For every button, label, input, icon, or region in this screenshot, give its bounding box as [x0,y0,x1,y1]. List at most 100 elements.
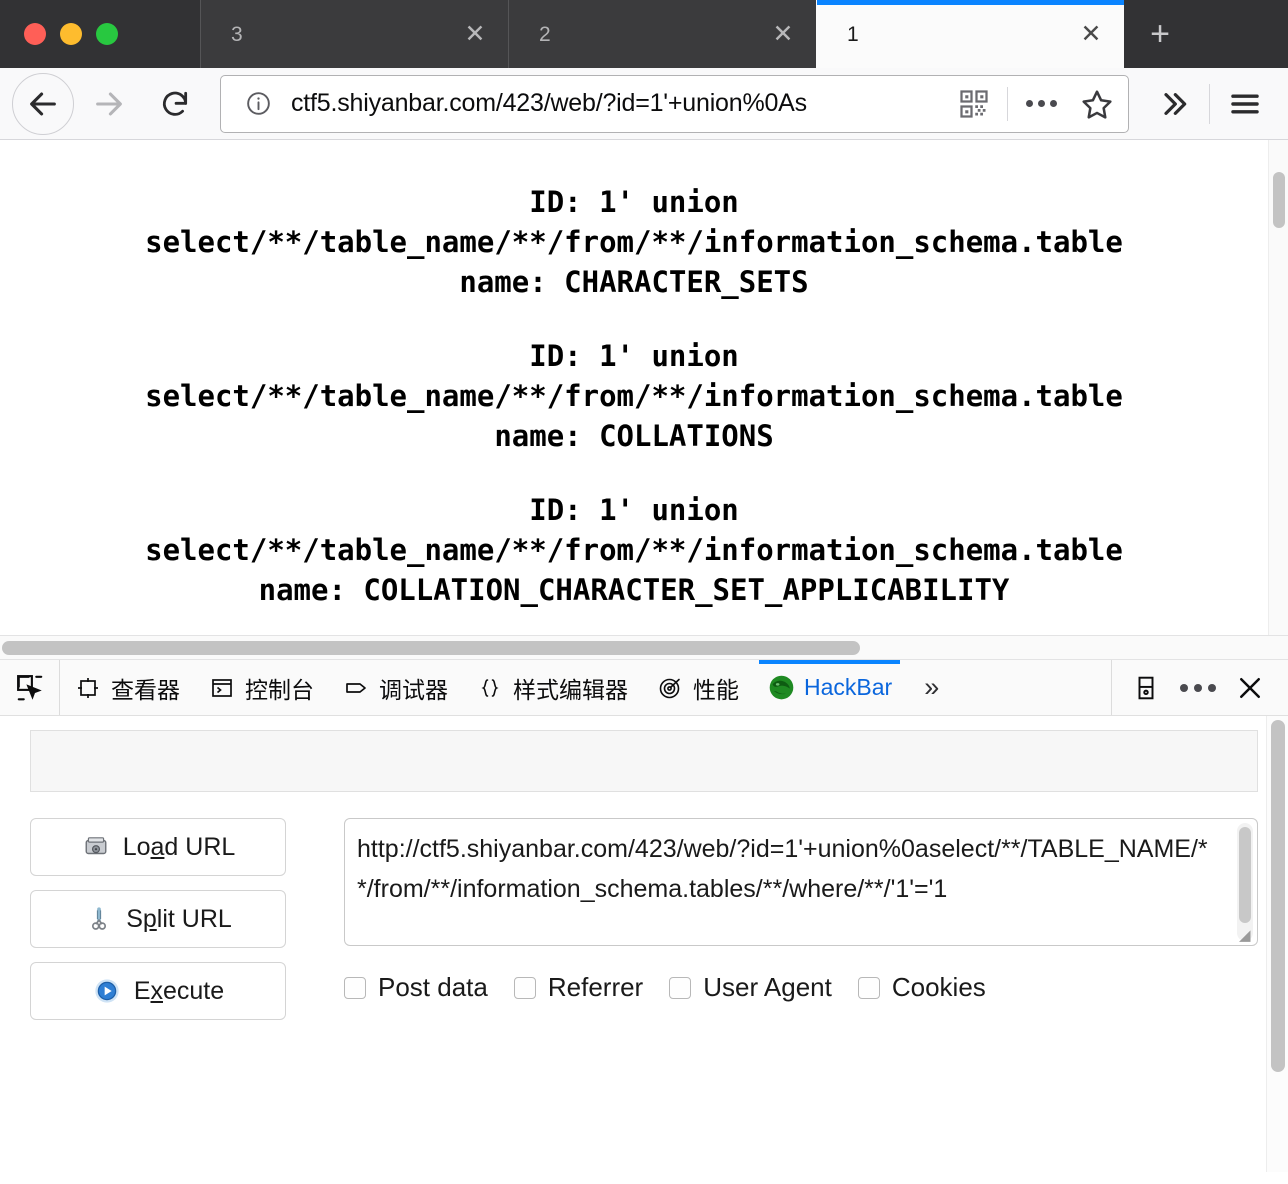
chevron-double-right-icon[interactable] [1143,73,1205,135]
url-textarea[interactable]: http://ctf5.shiyanbar.com/423/web/?id=1'… [344,818,1258,946]
console-icon [208,674,236,702]
scrollbar-thumb[interactable] [1239,827,1251,923]
url-divider [1007,86,1008,121]
checkbox-label: Post data [378,972,488,1002]
execute-button[interactable]: Execute [30,962,286,1020]
referrer-checkbox[interactable]: Referrer [513,972,643,1003]
window-controls [0,0,200,68]
debugger-icon [342,674,370,702]
element-picker-icon[interactable] [0,660,60,715]
page-horizontal-scrollbar[interactable] [0,636,1288,660]
star-icon[interactable] [1074,81,1120,127]
browser-tab-strip: 3 ✕ 2 ✕ 1 ✕ + [0,0,1288,68]
tab-inspector[interactable]: 查看器 [60,660,194,715]
scrollbar-thumb[interactable] [1271,720,1285,1072]
tab-list: 3 ✕ 2 ✕ 1 ✕ [200,0,1124,68]
tab-hackbar[interactable]: HackBar [753,660,906,715]
checkbox-box[interactable] [344,976,366,999]
hamburger-menu-icon[interactable] [1214,73,1276,135]
record-name-line: name: CHARACTER_SETS [459,265,809,299]
info-circle-icon[interactable] [235,81,281,127]
tab-close-icon[interactable]: ✕ [460,19,490,49]
hackbar-panel: Load URL Split URL Execute http://ctf5.s… [0,716,1288,1172]
devtools-toolbar: 查看器 控制台 调试器 样式编辑器 性能 HackBar » [0,660,1288,716]
window-close-button[interactable] [24,23,46,45]
scrollbar-thumb[interactable] [1273,172,1285,228]
button-label: Load URL [122,832,236,861]
scissors-icon [84,904,114,934]
page-viewport: name: balotelli ID: 1' union select/**/t… [0,140,1288,636]
resize-grip-icon[interactable]: ◢ [1239,928,1255,944]
checkbox-box[interactable] [669,976,692,999]
qr-code-icon[interactable] [951,81,997,127]
button-label: Execute [133,976,225,1005]
record-id-line: ID: 1' union [529,493,739,527]
hackbar-action-buttons: Load URL Split URL Execute [30,818,286,1020]
tab-label: 样式编辑器 [513,676,628,703]
split-url-button[interactable]: Split URL [30,890,286,948]
url-textarea-value: http://ctf5.shiyanbar.com/423/web/?id=1'… [357,835,1208,903]
ellipsis-icon[interactable] [1174,664,1222,712]
checkbox-label: User Agent [703,972,832,1002]
load-url-button[interactable]: Load URL [30,818,286,876]
tab-console[interactable]: 控制台 [194,660,328,715]
hackbar-options: Post data Referrer User Agent Cookies [344,972,1258,1003]
load-url-icon [81,832,111,862]
tab-label: 查看器 [111,676,180,703]
navbar-divider [1209,83,1210,124]
scrollbar-thumb[interactable] [2,641,860,655]
user-agent-checkbox[interactable]: User Agent [669,972,832,1003]
checkbox-label: Cookies [891,972,986,1002]
window-maximize-button[interactable] [96,23,118,45]
forward-arrow-icon[interactable] [78,73,140,135]
dock-position-icon[interactable] [1122,664,1170,712]
reload-icon[interactable] [144,73,206,135]
ellipsis-icon[interactable] [1018,81,1064,127]
checkbox-box[interactable] [857,976,880,999]
record-query-line: select/**/table_name/**/from/**/informat… [145,533,1123,567]
button-label: Split URL [126,904,232,933]
checkbox-box[interactable] [513,976,536,999]
browser-tab-3[interactable]: 3 ✕ [200,0,508,68]
play-icon [92,976,122,1006]
tab-label: 2 [539,22,551,46]
close-icon[interactable] [1226,664,1274,712]
tab-style-editor[interactable]: 样式编辑器 [462,660,642,715]
tab-close-icon[interactable]: ✕ [768,19,798,49]
tab-label: 控制台 [245,676,314,703]
browser-tab-1[interactable]: 1 ✕ [816,0,1124,68]
url-bar[interactable]: ctf5.shiyanbar.com/423/web/?id=1'+union%… [220,74,1129,133]
tab-label: 调试器 [379,676,448,703]
inspector-icon [74,674,102,702]
tab-debugger[interactable]: 调试器 [328,660,462,715]
post-data-checkbox[interactable]: Post data [344,972,488,1003]
browser-tab-2[interactable]: 2 ✕ [508,0,816,68]
record-query-line: select/**/table_name/**/from/**/informat… [145,379,1123,413]
devtools-tab-list: 查看器 控制台 调试器 样式编辑器 性能 HackBar » [60,660,1111,715]
browser-navigation-bar: ctf5.shiyanbar.com/423/web/?id=1'+union%… [0,68,1288,140]
page-vertical-scrollbar[interactable] [1268,140,1288,635]
tab-close-icon[interactable]: ✕ [1076,19,1106,49]
tab-performance[interactable]: 性能 [642,660,753,715]
style-editor-icon [476,674,504,702]
performance-icon [656,674,684,702]
textarea-scrollbar[interactable] [1237,823,1253,941]
tab-label: HackBar [804,674,893,700]
back-arrow-icon[interactable] [12,72,74,135]
new-tab-button[interactable]: + [1124,0,1196,68]
url-input[interactable]: ctf5.shiyanbar.com/423/web/?id=1'+union%… [291,89,941,118]
devtools-overflow-button[interactable]: » [906,660,957,715]
tab-label: 1 [847,22,859,46]
cookies-checkbox[interactable]: Cookies [857,972,986,1003]
record-id-line: ID: 1' union [529,339,739,373]
result-record: ID: 1' union select/**/table_name/**/fro… [0,490,1268,610]
record-query-line: select/**/table_name/**/from/**/informat… [145,225,1123,259]
devtools-vertical-scrollbar[interactable] [1266,716,1288,1172]
devtools-controls [1111,660,1288,715]
record-name-partial: name: balotelli [0,140,1268,148]
hackbar-icon [767,674,795,702]
page-content: name: balotelli ID: 1' union select/**/t… [0,140,1268,635]
hackbar-sql-area[interactable] [30,730,1258,792]
window-minimize-button[interactable] [60,23,82,45]
tab-label: 性能 [693,676,739,703]
